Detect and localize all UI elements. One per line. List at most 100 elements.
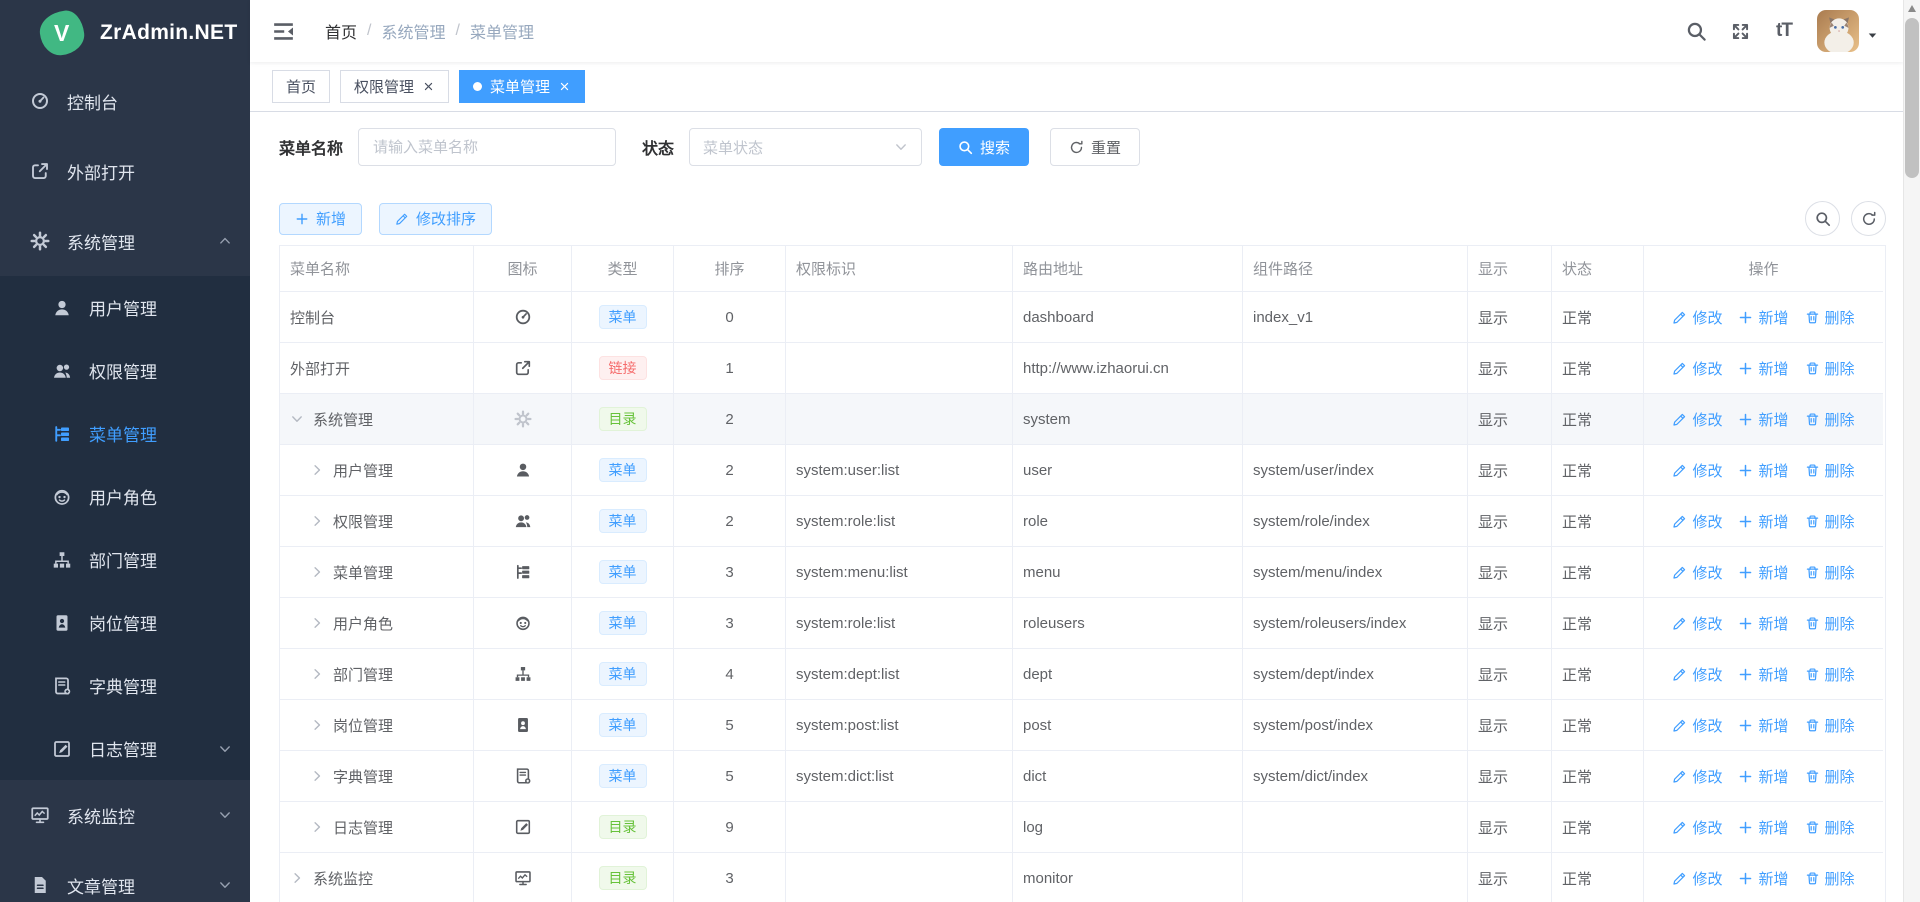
delete-link[interactable]: 删除 [1805, 868, 1855, 889]
cell-visible-text: 显示 [1478, 511, 1508, 532]
breadcrumb-home[interactable]: 首页 [325, 19, 357, 43]
cell-menu-name: 部门管理 [280, 649, 474, 700]
tab-首页[interactable]: 首页 [272, 70, 330, 103]
expand-closed-icon[interactable] [310, 616, 324, 630]
add-link[interactable]: 新增 [1738, 613, 1788, 634]
delete-link[interactable]: 删除 [1805, 511, 1855, 532]
edit-link[interactable]: 修改 [1672, 307, 1722, 328]
delete-link[interactable]: 删除 [1805, 766, 1855, 787]
edit-link[interactable]: 修改 [1672, 715, 1722, 736]
add-link[interactable]: 新增 [1738, 664, 1788, 685]
toggle-search-button[interactable] [1805, 201, 1840, 236]
delete-link[interactable]: 删除 [1805, 307, 1855, 328]
edit-link[interactable]: 修改 [1672, 409, 1722, 430]
add-link[interactable]: 新增 [1738, 460, 1788, 481]
scrollbar-up-arrow-icon[interactable] [1908, 5, 1916, 12]
sidebar-item-部门管理[interactable]: 部门管理 [0, 528, 250, 591]
menu-name-input[interactable] [358, 128, 616, 166]
sidebar-item-label: 控制台 [67, 89, 118, 114]
expand-closed-icon[interactable] [310, 667, 324, 681]
sidebar-item-岗位管理[interactable]: 岗位管理 [0, 591, 250, 654]
caret-down-icon[interactable] [1866, 29, 1879, 42]
add-link[interactable]: 新增 [1738, 817, 1788, 838]
sidebar-item-字典管理[interactable]: 字典管理 [0, 654, 250, 717]
sidebar-item-label: 菜单管理 [89, 421, 157, 446]
cell-visible-text: 显示 [1478, 358, 1508, 379]
navbar: 首页 / 系统管理 / 菜单管理 tT [250, 0, 1903, 62]
edit-sort-button[interactable]: 修改排序 [379, 203, 492, 235]
cell-component [1243, 802, 1468, 853]
sidebar-item-日志管理[interactable]: 日志管理 [0, 717, 250, 780]
sidebar-item-外部打开[interactable]: 外部打开 [0, 136, 250, 206]
delete-link[interactable]: 删除 [1805, 715, 1855, 736]
dashboard-icon [30, 91, 50, 111]
add-link[interactable]: 新增 [1738, 868, 1788, 889]
sidebar-toggle-icon[interactable] [272, 20, 295, 43]
edit-icon [1672, 361, 1687, 376]
add-button[interactable]: 新增 [279, 203, 362, 235]
add-link-label: 新增 [1758, 817, 1788, 838]
fullscreen-button[interactable] [1721, 11, 1759, 51]
delete-link[interactable]: 删除 [1805, 562, 1855, 583]
sidebar-item-系统监控[interactable]: 系统监控 [0, 780, 250, 850]
expand-closed-icon[interactable] [310, 820, 324, 834]
sidebar-item-用户管理[interactable]: 用户管理 [0, 276, 250, 339]
delete-link[interactable]: 删除 [1805, 460, 1855, 481]
close-tab-icon[interactable] [422, 80, 435, 93]
add-link[interactable]: 新增 [1738, 409, 1788, 430]
status-select[interactable]: 菜单状态 [689, 128, 922, 166]
scrollbar-thumb[interactable] [1905, 18, 1919, 178]
reset-button[interactable]: 重置 [1050, 128, 1140, 166]
edit-link[interactable]: 修改 [1672, 613, 1722, 634]
add-link[interactable]: 新增 [1738, 511, 1788, 532]
refresh-table-button[interactable] [1851, 201, 1886, 236]
expand-closed-icon[interactable] [310, 718, 324, 732]
header-search-button[interactable] [1677, 11, 1715, 51]
sidebar-item-菜单管理[interactable]: 菜单管理 [0, 402, 250, 465]
close-tab-icon[interactable] [558, 80, 571, 93]
edit-link[interactable]: 修改 [1672, 358, 1722, 379]
expand-closed-icon[interactable] [290, 871, 304, 885]
delete-link[interactable]: 删除 [1805, 358, 1855, 379]
edit-link[interactable]: 修改 [1672, 460, 1722, 481]
sidebar-item-控制台[interactable]: 控制台 [0, 66, 250, 136]
column-header-label: 显示 [1478, 258, 1508, 279]
cell-menu-name: 权限管理 [280, 496, 474, 547]
cell-icon [474, 700, 572, 751]
edit-link[interactable]: 修改 [1672, 766, 1722, 787]
tab-权限管理[interactable]: 权限管理 [340, 70, 449, 103]
trash-icon [1805, 565, 1820, 580]
expand-open-icon[interactable] [290, 412, 304, 426]
edit-link[interactable]: 修改 [1672, 664, 1722, 685]
add-link[interactable]: 新增 [1738, 715, 1788, 736]
expand-closed-icon[interactable] [310, 565, 324, 579]
edit-link[interactable]: 修改 [1672, 562, 1722, 583]
scrollbar[interactable] [1903, 0, 1920, 902]
user-menu[interactable] [1817, 10, 1879, 52]
sidebar-item-系统管理[interactable]: 系统管理 [0, 206, 250, 276]
app-logo[interactable]: V ZrAdmin.NET [0, 0, 250, 66]
delete-link[interactable]: 删除 [1805, 817, 1855, 838]
sidebar-item-文章管理[interactable]: 文章管理 [0, 850, 250, 902]
search-button[interactable]: 搜索 [939, 128, 1029, 166]
add-link[interactable]: 新增 [1738, 358, 1788, 379]
avatar[interactable] [1817, 10, 1859, 52]
add-link[interactable]: 新增 [1738, 307, 1788, 328]
delete-link[interactable]: 删除 [1805, 664, 1855, 685]
delete-link[interactable]: 删除 [1805, 613, 1855, 634]
expand-closed-icon[interactable] [310, 514, 324, 528]
cell-actions: 修改新增删除 [1644, 547, 1883, 598]
edit-link[interactable]: 修改 [1672, 511, 1722, 532]
delete-link[interactable]: 删除 [1805, 409, 1855, 430]
table-row: 菜单管理菜单3system:menu:listmenusystem/menu/i… [280, 547, 1885, 598]
add-link[interactable]: 新增 [1738, 766, 1788, 787]
edit-link[interactable]: 修改 [1672, 868, 1722, 889]
expand-closed-icon[interactable] [310, 769, 324, 783]
add-link[interactable]: 新增 [1738, 562, 1788, 583]
sidebar-item-权限管理[interactable]: 权限管理 [0, 339, 250, 402]
tab-菜单管理[interactable]: 菜单管理 [459, 70, 585, 103]
edit-link[interactable]: 修改 [1672, 817, 1722, 838]
font-size-button[interactable]: tT [1765, 11, 1803, 51]
expand-closed-icon[interactable] [310, 463, 324, 477]
sidebar-item-用户角色[interactable]: 用户角色 [0, 465, 250, 528]
